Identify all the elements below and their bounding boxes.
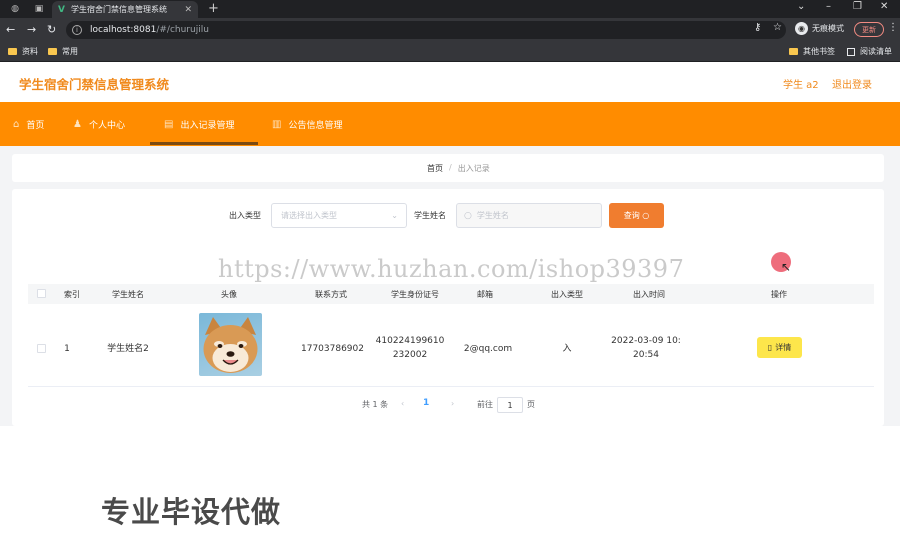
prev-page-icon[interactable]: ‹ (401, 399, 404, 408)
page-number-current[interactable]: 1 (423, 398, 429, 408)
new-tab-icon[interactable]: + (208, 1, 219, 16)
type-select[interactable]: 请选择出入类型 ⌄ (271, 203, 407, 228)
main-nav: ⌂ 首页 ♟ 个人中心 ▤ 出入记录管理 ▥ 公告信息管理 (0, 102, 900, 146)
window-close-icon[interactable]: ✕ (880, 1, 888, 12)
app-header: 学生宿舍门禁信息管理系统 学生 a2 退出登录 (0, 62, 900, 102)
column-header: 出入时间 (633, 290, 665, 299)
url-path: /#/churujilu (156, 25, 209, 35)
cell-email: 2@qq.com (463, 344, 513, 354)
nav-item-profile[interactable]: ♟ 个人中心 (73, 102, 125, 146)
column-header: 出入类型 (551, 290, 583, 299)
address-bar-row: ← → ↻ i localhost:8081/#/churujilu ⚷ ☆ ◉… (0, 18, 900, 42)
record-icon: ▤ (164, 118, 174, 130)
reading-list-icon (847, 47, 855, 56)
cell-index: 1 (64, 344, 70, 354)
tab-title: 学生宿舍门禁信息管理系统 (70, 5, 167, 14)
name-search-placeholder: 学生姓名 (476, 211, 509, 220)
maximize-icon[interactable]: ❐ (853, 1, 862, 12)
cell-name: 学生姓名2 (107, 344, 149, 354)
breadcrumb-home[interactable]: 首页 (427, 163, 443, 174)
column-header: 操作 (771, 290, 787, 299)
folder-icon (8, 48, 17, 55)
browser-tab-active[interactable]: V 学生宿舍门禁信息管理系统 ✕ (52, 1, 198, 18)
nav-item-home[interactable]: ⌂ 首页 (13, 102, 44, 146)
next-page-icon[interactable]: › (451, 399, 454, 408)
column-header: 头像 (221, 290, 237, 299)
folder-icon (48, 48, 57, 55)
reload-icon[interactable]: ↻ (47, 23, 56, 36)
back-icon[interactable]: ← (6, 23, 15, 36)
browser-tab-bar: ◍ ▣ V 学生宿舍门禁信息管理系统 ✕ + ⌄ – ❐ ✕ (0, 0, 900, 18)
promo-banner-text: 专业毕设代做 (101, 495, 282, 529)
other-bookmarks[interactable]: 其他书签 (789, 46, 835, 57)
column-header: 邮箱 (477, 290, 493, 299)
column-header: 学生身份证号 (391, 290, 439, 299)
tab-close-icon[interactable]: ✕ (184, 5, 192, 15)
folder-icon (789, 48, 798, 55)
select-all-checkbox[interactable] (37, 289, 46, 298)
bookmarks-bar: 资料 常用 其他书签 阅读清单 (0, 42, 900, 62)
home-icon: ⌂ (13, 118, 20, 130)
url-input[interactable]: i localhost:8081/#/churujilu (66, 21, 786, 39)
vue-logo-icon: V (58, 4, 65, 15)
search-icon: ○ (642, 211, 650, 220)
star-icon[interactable]: ☆ (773, 22, 782, 33)
table-header: 索引 学生姓名 头像 联系方式 学生身份证号 邮箱 出入类型 出入时间 操作 (28, 284, 874, 304)
globe-icon[interactable]: ◍ (6, 2, 24, 16)
bookmark-folder[interactable]: 资料 (8, 46, 38, 57)
app-title: 学生宿舍门禁信息管理系统 (19, 77, 170, 92)
cell-id-number: 410224199610 232002 (375, 336, 445, 360)
search-icon: ○ (464, 210, 472, 221)
page-suffix-label: 页 (527, 400, 535, 409)
nav-item-notices[interactable]: ▥ 公告信息管理 (272, 102, 342, 146)
name-search-input[interactable]: ○ 学生姓名 (456, 203, 602, 228)
nav-active-indicator (150, 142, 258, 145)
student-avatar (199, 313, 262, 376)
column-header: 学生姓名 (112, 290, 144, 299)
chevron-down-icon: ⌄ (391, 211, 398, 220)
type-filter-label: 出入类型 (229, 211, 261, 220)
name-filter-label: 学生姓名 (414, 211, 446, 220)
minimize-icon[interactable]: – (826, 1, 831, 12)
info-icon[interactable]: i (72, 25, 82, 35)
bookmark-folder[interactable]: 常用 (48, 46, 78, 57)
shiba-dog-photo (203, 317, 258, 373)
tab-search-icon[interactable]: ⌄ (797, 1, 805, 12)
key-icon[interactable]: ⚷ (754, 22, 761, 33)
person-icon: ♟ (73, 118, 82, 130)
menu-dots-icon[interactable]: ⋮ (888, 22, 898, 33)
watermark-text: https://www.huzhan.com/ishop39397 (218, 255, 685, 283)
reading-list[interactable]: 阅读清单 (847, 46, 892, 57)
nav-item-records[interactable]: ▤ 出入记录管理 (164, 102, 234, 146)
cell-type: 入 (562, 344, 572, 354)
detail-button[interactable]: ▯ 详情 (757, 337, 802, 358)
type-select-placeholder: 请选择出入类型 (281, 211, 337, 220)
incognito-indicator[interactable]: ◉ 无痕模式 (795, 22, 844, 35)
tab-favicon-icon[interactable]: ▣ (30, 2, 48, 16)
cell-phone: 17703786902 (301, 344, 364, 354)
goto-label: 前往 (477, 400, 493, 409)
update-button[interactable]: 更新 (854, 22, 884, 37)
pagination-total: 共 1 条 (362, 400, 389, 409)
url-host: localhost:8081 (90, 25, 157, 35)
query-button[interactable]: 查询 ○ (609, 203, 664, 228)
breadcrumb: 首页 / 出入记录 (427, 163, 490, 174)
column-header: 联系方式 (315, 290, 347, 299)
user-name-link[interactable]: 学生 a2 (783, 76, 819, 91)
document-icon: ▯ (767, 343, 773, 352)
column-header: 索引 (64, 290, 80, 299)
goto-page-input[interactable]: 1 (497, 397, 523, 413)
logout-link[interactable]: 退出登录 (832, 76, 872, 91)
cell-time: 2022-03-09 10: 20:54 (611, 336, 681, 360)
incognito-label: 无痕模式 (812, 24, 844, 33)
forward-icon[interactable]: → (27, 23, 36, 36)
row-checkbox[interactable] (37, 344, 46, 353)
breadcrumb-separator: / (449, 163, 452, 172)
incognito-icon: ◉ (795, 22, 808, 35)
breadcrumb-current: 出入记录 (457, 164, 490, 173)
breadcrumb-card: 首页 / 出入记录 (12, 154, 884, 182)
mouse-cursor-icon: ↖ (781, 260, 792, 274)
chart-icon: ▥ (272, 118, 282, 130)
